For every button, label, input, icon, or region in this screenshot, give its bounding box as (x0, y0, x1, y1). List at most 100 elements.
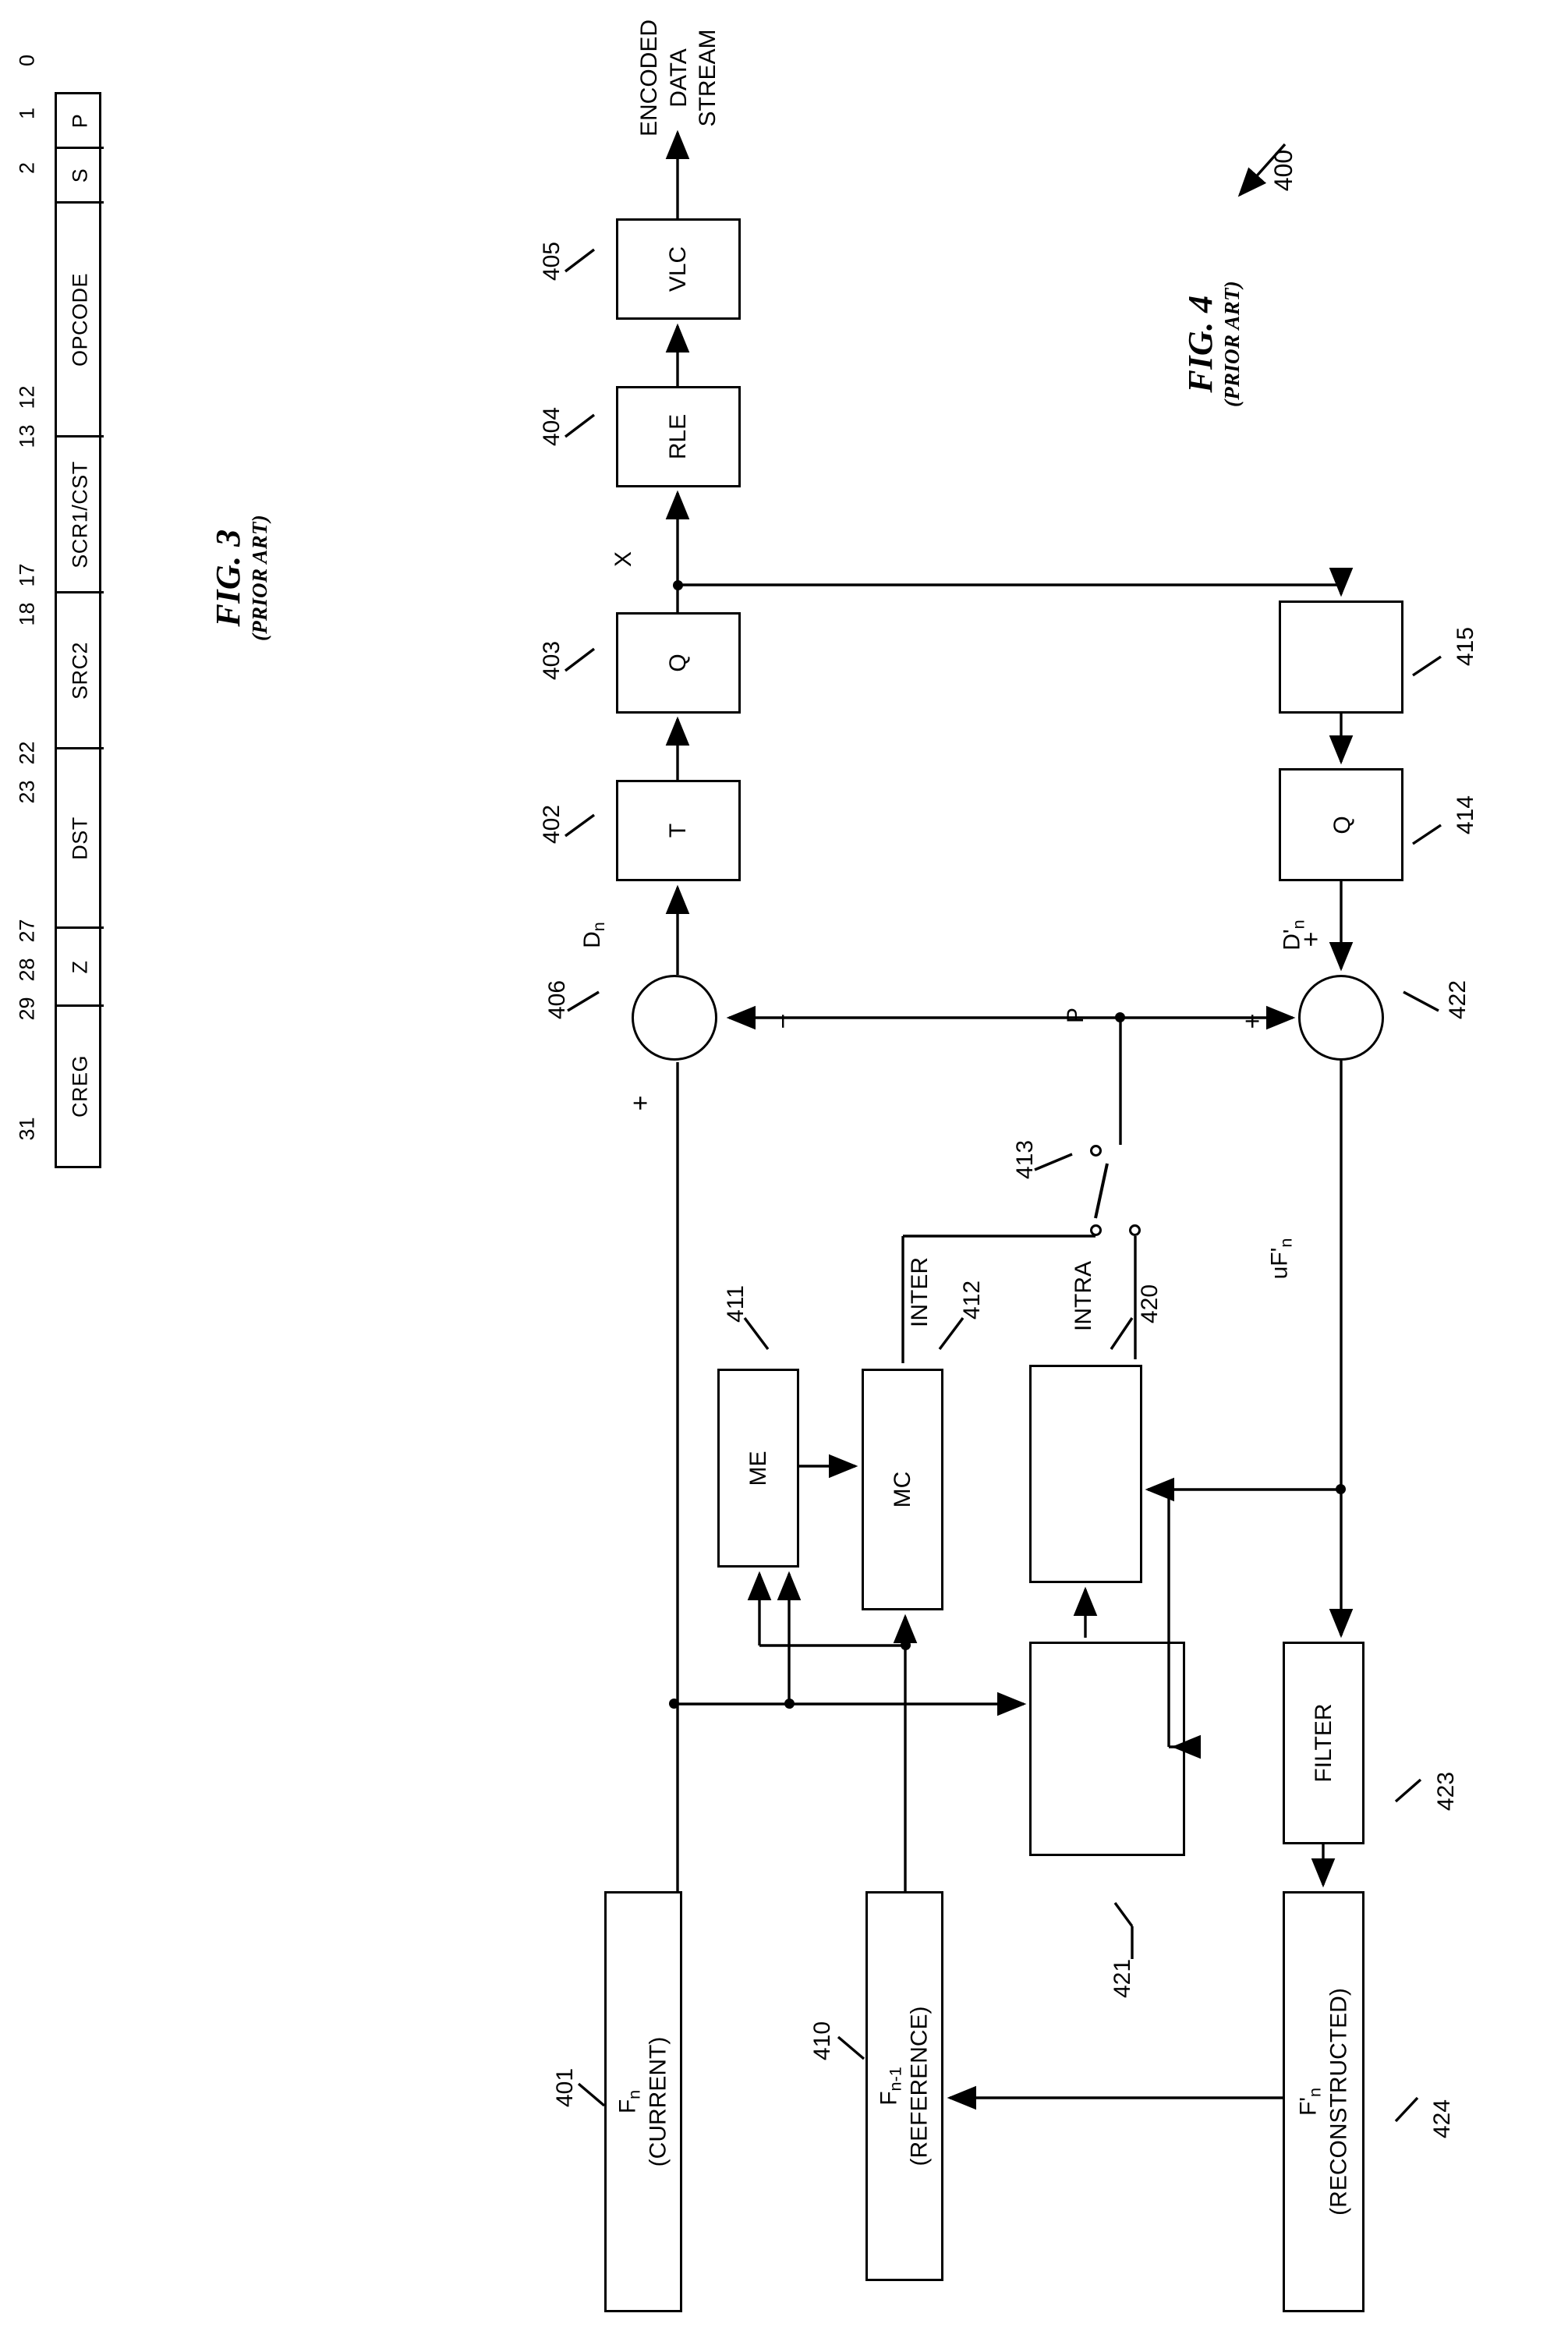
block-402-label: T (665, 823, 691, 838)
figure-3-caption: FIG. 3 (PRIOR ART) (208, 476, 272, 679)
bit-label-13: 13 (15, 424, 39, 448)
block-411-label: ME (745, 1451, 771, 1486)
instruction-format-table: P S OPCODE SCR1/CST SRC2 DST Z CREG (55, 92, 104, 1168)
field-cell-src2: SRC2 (57, 593, 104, 749)
block-424-label: F'n (RECONSTRUCTED) (1294, 1988, 1353, 2216)
junction-fn-2 (784, 1699, 795, 1709)
junction-x (673, 580, 683, 590)
signal-label-inter: INTER (907, 1257, 933, 1327)
figure-4-caption-subtitle: (PRIOR ART) (1220, 280, 1244, 408)
sign-plus-422-left: + (1237, 1013, 1268, 1029)
block-412-label: MC (889, 1471, 915, 1508)
output-line3: STREAM (694, 29, 720, 127)
block-401-line2: (CURRENT) (645, 2036, 671, 2167)
block-421-label: Q (1326, 816, 1357, 834)
block-410-reference-frame: Fn-1 (REFERENCE) (865, 1891, 943, 2281)
signal-label-ufn: uF'n (1266, 1238, 1296, 1280)
ref-413: 413 (1012, 1139, 1039, 1180)
signal-label-dn: Dn (579, 922, 608, 948)
junction-ufn-2 (1164, 1484, 1174, 1494)
field-cell-opcode: OPCODE (57, 204, 104, 438)
block-410-sub: n-1 (885, 2067, 905, 2092)
block-423-label: FILTER (1310, 1703, 1336, 1783)
block-402-transform: T (616, 780, 741, 881)
block-424-line1: F'n (1295, 2087, 1325, 2117)
ref-420: 415 (1453, 626, 1479, 667)
ref-405: 405 (539, 241, 565, 282)
field-label-z: Z (68, 960, 92, 973)
bit-label-31: 31 (15, 1117, 39, 1141)
ref-404: 404 (539, 406, 565, 447)
field-cell-dst: DST (57, 749, 104, 929)
ref-411: 411 (722, 1285, 749, 1323)
bit-label-0: 0 (15, 54, 39, 67)
signal-label-p: P (1063, 1007, 1089, 1024)
field-cell-p: P (57, 94, 104, 149)
ref-421: 414 (1453, 795, 1479, 835)
block-414-choose-intra-prediction (1029, 1642, 1185, 1856)
block-401-label: Fn (CURRENT) (614, 2037, 673, 2167)
junction-p (1115, 1012, 1125, 1022)
field-cell-s: S (57, 149, 104, 204)
block-405-label: VLC (665, 246, 691, 292)
ref-410: 410 (809, 2021, 836, 2061)
block-424-reconstructed-frame: F'n (RECONSTRUCTED) (1283, 1891, 1364, 2312)
bit-label-23: 23 (15, 780, 39, 804)
block-405-vlc: VLC (616, 218, 741, 320)
node-406-summer (632, 975, 717, 1061)
ref-415: 420 (1137, 1284, 1163, 1324)
ref-422: 422 (1445, 980, 1471, 1020)
field-label-creg: CREG (68, 1054, 92, 1118)
block-401-line1: Fn (614, 2089, 644, 2114)
block-403-quantizer: Q (616, 612, 741, 714)
bit-label-12: 12 (15, 385, 39, 409)
sign-plus-406: + (625, 1095, 656, 1111)
ref-402: 402 (539, 804, 565, 845)
figure-3-caption-subtitle: (PRIOR ART) (248, 514, 271, 642)
block-403-label: Q (665, 654, 691, 672)
block-412-motion-compensation: MC (862, 1369, 943, 1610)
switch-413-pole (1090, 1145, 1102, 1157)
bit-label-29: 29 (15, 997, 39, 1021)
output-line1: ENCODED (635, 19, 662, 137)
field-label-src2: SRC2 (68, 641, 92, 700)
figure-4-caption: FIG. 4 (PRIOR ART) (1180, 235, 1244, 453)
block-404-label: RLE (665, 413, 691, 460)
field-label-opcode: OPCODE (68, 272, 92, 367)
block-411-motion-estimation: ME (717, 1369, 799, 1568)
junction-ref-1 (901, 1640, 911, 1650)
sign-minus-406: − (768, 1013, 798, 1029)
switch-413-contact-inter (1090, 1224, 1102, 1236)
field-label-dst: DST (68, 816, 92, 860)
patent-figure-sheet: 31 29 28 27 23 22 18 17 13 12 2 1 0 P S … (0, 0, 1568, 2331)
signal-label-x: X (611, 551, 637, 568)
bit-label-18: 18 (15, 602, 39, 626)
field-label-s: S (68, 168, 92, 182)
block-410-line1: Fn-1 (876, 2067, 905, 2106)
block-401-sub: n (624, 2089, 644, 2099)
block-423-filter: FILTER (1283, 1642, 1364, 1844)
block-410-line2: (REFERENCE) (906, 2006, 933, 2166)
field-label-src1cst: SCR1/CST (68, 460, 92, 569)
bit-label-1: 1 (15, 107, 39, 120)
field-cell-creg: CREG (57, 1007, 104, 1166)
bit-label-27: 27 (15, 919, 39, 943)
ref-424: 424 (1429, 2099, 1456, 2139)
figure-3-caption-title: FIG. 3 (209, 529, 247, 627)
node-422-summer (1298, 975, 1384, 1061)
block-410-label: Fn-1 (REFERENCE) (876, 2006, 934, 2166)
ref-400-diagram: 400 (1269, 149, 1298, 192)
switch-413-contact-intra (1129, 1224, 1141, 1236)
figure-4-caption-title: FIG. 4 (1181, 295, 1219, 393)
junction-ufn-1 (1336, 1484, 1346, 1494)
bit-label-28: 28 (15, 958, 39, 982)
bit-label-22: 22 (15, 741, 39, 765)
ref-412: 412 (959, 1280, 986, 1320)
bit-label-2: 2 (15, 161, 39, 175)
block-421-inverse-transform: Q (1279, 768, 1403, 881)
signal-label-intra: INTRA (1071, 1261, 1096, 1331)
bit-label-17: 17 (15, 563, 39, 587)
ref-403: 403 (539, 640, 565, 681)
output-line2: DATA (665, 48, 692, 108)
ref-401: 401 (552, 2067, 579, 2108)
